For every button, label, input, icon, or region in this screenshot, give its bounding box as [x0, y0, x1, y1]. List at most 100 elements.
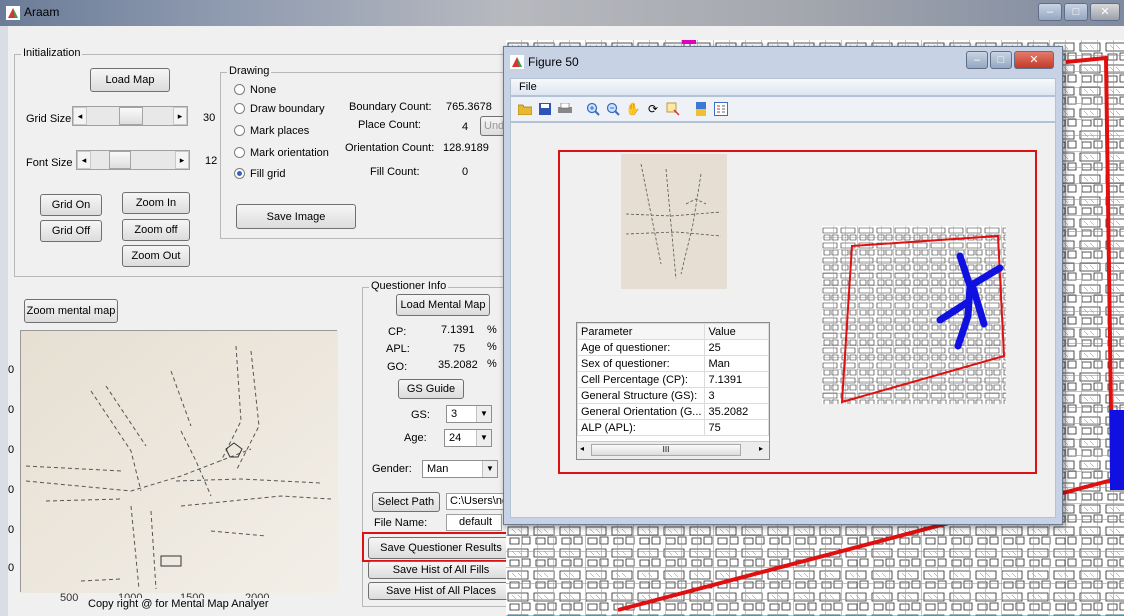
- initialization-title: Initialization: [21, 47, 83, 59]
- table-row[interactable]: General Orientation (G... 35.2082: [577, 403, 769, 420]
- figure-maximize-button[interactable]: □: [990, 51, 1012, 69]
- table-horizontal-scrollbar[interactable]: ◂ III ▸: [577, 441, 769, 459]
- cp-label: CP:: [388, 326, 407, 338]
- open-folder-icon[interactable]: [517, 101, 533, 117]
- figure-minimize-button[interactable]: –: [966, 51, 988, 69]
- figure-menu-bar: File: [510, 78, 1056, 96]
- cp-unit: %: [487, 324, 497, 336]
- grid-off-button[interactable]: Grid Off: [40, 220, 102, 242]
- radio-mark-orientation[interactable]: [234, 147, 245, 158]
- figure-close-button[interactable]: ✕: [1014, 51, 1054, 69]
- font-size-value: 12: [205, 155, 218, 167]
- table-row[interactable]: General Structure (GS): 3: [577, 387, 769, 404]
- font-size-slider[interactable]: ◂ ▸: [76, 150, 190, 170]
- result-map-plot: [822, 226, 1006, 404]
- table-cell: General Structure (GS):: [577, 387, 706, 404]
- load-map-button[interactable]: Load Map: [90, 68, 170, 92]
- menu-file[interactable]: File: [519, 81, 537, 93]
- age-select-value: 24: [449, 432, 462, 444]
- scroll-right-arrow[interactable]: ▸: [759, 444, 763, 453]
- questioner-info-title: Questioner Info: [369, 280, 449, 292]
- gender-select[interactable]: Man ▼: [422, 460, 498, 478]
- save-icon[interactable]: [537, 101, 553, 117]
- grid-size-slider-thumb[interactable]: [119, 107, 143, 125]
- table-header-parameter[interactable]: Parameter: [577, 323, 706, 340]
- font-size-left-arrow[interactable]: ◂: [77, 151, 91, 169]
- select-path-button[interactable]: Select Path: [372, 492, 440, 512]
- font-size-right-arrow[interactable]: ▸: [175, 151, 189, 169]
- window-title: Araam: [24, 5, 60, 19]
- figure-window: Figure 50 – □ ✕ File ✋ ⟳ Parameter Value…: [503, 46, 1063, 525]
- zoom-in-button[interactable]: Zoom In: [122, 192, 190, 214]
- rotate-3d-icon[interactable]: ⟳: [645, 101, 661, 117]
- radio-fill-grid[interactable]: [234, 168, 245, 179]
- table-row[interactable]: ALP (APL): 75: [577, 419, 769, 436]
- zoom-out-button[interactable]: Zoom Out: [122, 245, 190, 267]
- chevron-down-icon[interactable]: ▼: [476, 406, 491, 422]
- grid-on-button[interactable]: Grid On: [40, 194, 102, 216]
- fill-count-value: 0: [462, 166, 469, 178]
- gender-label: Gender:: [372, 463, 412, 475]
- load-mental-map-button[interactable]: Load Mental Map: [396, 294, 490, 316]
- table-row[interactable]: Age of questioner: 25: [577, 339, 769, 356]
- mental-map-axes[interactable]: [20, 330, 338, 593]
- table-row[interactable]: Sex of questioner: Man: [577, 355, 769, 372]
- radio-mark-places[interactable]: [234, 125, 245, 136]
- zoom-mental-map-button[interactable]: Zoom mental map: [24, 299, 118, 323]
- font-size-slider-thumb[interactable]: [109, 151, 131, 169]
- radio-draw-boundary[interactable]: [234, 103, 245, 114]
- age-select[interactable]: 24 ▼: [444, 429, 492, 447]
- radio-fill-grid-label: Fill grid: [250, 168, 286, 180]
- grid-size-left-arrow[interactable]: ◂: [73, 107, 87, 125]
- grid-size-value: 30: [203, 112, 216, 124]
- go-unit: %: [487, 358, 497, 370]
- radio-mark-orientation-label: Mark orientation: [250, 147, 329, 159]
- figure-title: Figure 50: [528, 55, 579, 69]
- radio-draw-boundary-label: Draw boundary: [250, 103, 325, 115]
- table-cell: 35.2082: [704, 403, 769, 420]
- minimize-button[interactable]: –: [1038, 3, 1062, 21]
- data-cursor-icon[interactable]: [665, 101, 681, 117]
- y-tick-3: 0: [8, 444, 15, 456]
- print-icon[interactable]: [557, 101, 573, 117]
- place-count-value: 4: [462, 121, 469, 133]
- title-bar: [0, 0, 1124, 26]
- boundary-count-label: Boundary Count:: [349, 101, 432, 113]
- save-image-button[interactable]: Save Image: [236, 204, 356, 229]
- orientation-count-value: 128.9189: [443, 142, 489, 154]
- legend-icon[interactable]: [713, 101, 729, 117]
- pan-hand-icon[interactable]: ✋: [625, 101, 641, 117]
- save-hist-places-button[interactable]: Save Hist of All Places: [368, 582, 514, 600]
- table-cell: Age of questioner:: [577, 339, 706, 356]
- radio-none[interactable]: [234, 84, 245, 95]
- zoom-out-icon[interactable]: [605, 101, 621, 117]
- zoom-off-button[interactable]: Zoom off: [122, 219, 190, 241]
- colorbar-icon[interactable]: [693, 101, 709, 117]
- save-hist-fills-button[interactable]: Save Hist of All Fills: [368, 561, 514, 579]
- scroll-thumb[interactable]: III: [591, 444, 741, 456]
- close-button[interactable]: ✕: [1090, 3, 1120, 21]
- grid-size-right-arrow[interactable]: ▸: [173, 107, 187, 125]
- parameter-table[interactable]: Parameter Value Age of questioner: 25 Sex…: [576, 322, 770, 460]
- y-tick-2: 0: [8, 404, 15, 416]
- gs-guide-button[interactable]: GS Guide: [398, 379, 464, 399]
- scroll-left-arrow[interactable]: ◂: [580, 444, 584, 453]
- chevron-down-icon[interactable]: ▼: [476, 430, 491, 446]
- fill-count-label: Fill Count:: [370, 166, 420, 178]
- drawing-title: Drawing: [227, 65, 272, 77]
- grid-size-slider[interactable]: ◂ ▸: [72, 106, 188, 126]
- path-field[interactable]: C:\Users\no: [446, 493, 506, 510]
- radio-mark-places-label: Mark places: [250, 125, 310, 137]
- go-value: 35.2082: [438, 359, 478, 371]
- y-tick-1: 0: [8, 364, 15, 376]
- zoom-in-icon[interactable]: [585, 101, 601, 117]
- orientation-count-label: Orientation Count:: [345, 142, 435, 154]
- font-size-label: Font Size: [26, 157, 73, 169]
- gs-select[interactable]: 3 ▼: [446, 405, 492, 423]
- chevron-down-icon[interactable]: ▼: [482, 461, 497, 477]
- table-header-value[interactable]: Value: [704, 323, 769, 340]
- table-row[interactable]: Cell Percentage (CP): 7.1391: [577, 371, 769, 388]
- file-name-field[interactable]: default: [446, 514, 502, 531]
- maximize-button[interactable]: □: [1064, 3, 1088, 21]
- table-cell: Man: [704, 355, 769, 372]
